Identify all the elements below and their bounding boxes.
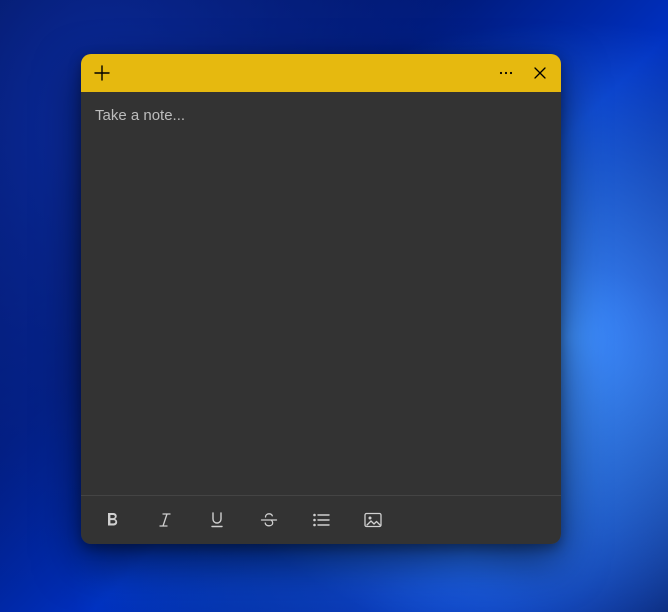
note-body[interactable] xyxy=(81,92,561,495)
desktop-wallpaper xyxy=(0,0,668,612)
underline-button[interactable] xyxy=(191,496,243,544)
add-image-button[interactable] xyxy=(347,496,399,544)
close-icon xyxy=(533,66,547,80)
strikethrough-icon xyxy=(259,511,279,529)
menu-button[interactable] xyxy=(489,56,523,90)
image-icon xyxy=(363,511,383,529)
close-button[interactable] xyxy=(523,56,557,90)
bullets-button[interactable] xyxy=(295,496,347,544)
bold-icon xyxy=(104,511,122,529)
format-toolbar xyxy=(81,495,561,544)
plus-icon xyxy=(94,65,110,81)
ellipsis-icon xyxy=(498,65,514,81)
bullet-list-icon xyxy=(311,511,331,529)
sticky-note-window xyxy=(81,54,561,544)
bold-button[interactable] xyxy=(87,496,139,544)
new-note-button[interactable] xyxy=(85,56,119,90)
underline-icon xyxy=(208,511,226,529)
italic-button[interactable] xyxy=(139,496,191,544)
note-textarea[interactable] xyxy=(95,106,547,485)
strikethrough-button[interactable] xyxy=(243,496,295,544)
titlebar xyxy=(81,54,561,92)
italic-icon xyxy=(156,511,174,529)
